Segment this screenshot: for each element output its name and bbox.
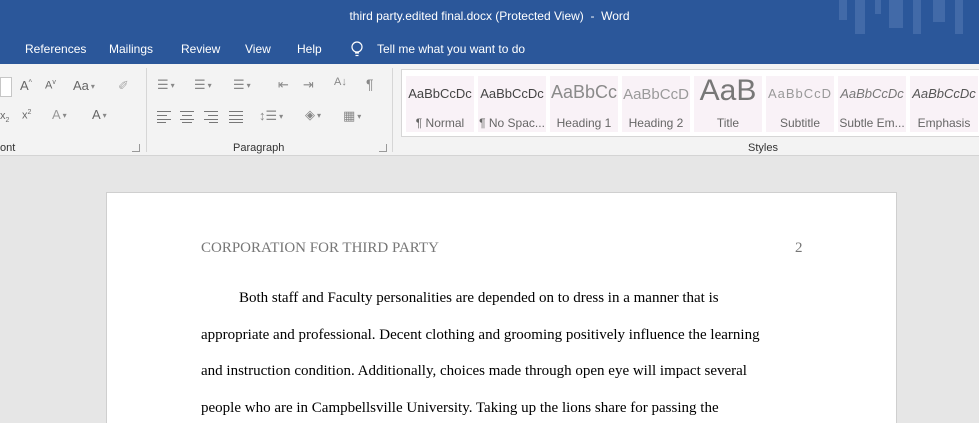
style-no-spacing[interactable]: AaBbCcDc ¶ No Spac... [478, 76, 546, 132]
font-group-label: ont [0, 142, 16, 154]
decrease-indent-icon[interactable]: ⇤ [278, 78, 289, 91]
paragraph-line: appropriate and professional. Decent clo… [201, 327, 760, 343]
paragraph-line: Both staff and Faculty personalities are… [239, 290, 719, 306]
ribbon-separator [392, 68, 393, 152]
style-subtitle[interactable]: AaBbCcD Subtitle [766, 76, 834, 132]
title-bar-decoration [839, 0, 979, 34]
align-left-icon[interactable] [157, 111, 171, 123]
paragraph-line: and instruction condition. Additionally,… [201, 363, 747, 379]
title-bar: third party.edited final.docx (Protected… [0, 0, 979, 34]
tell-me-search[interactable]: Tell me what you want to do [377, 42, 525, 56]
align-center-icon[interactable] [180, 111, 194, 123]
paragraph-group-label: Paragraph [233, 142, 285, 154]
grow-font-icon[interactable]: A^ [20, 79, 32, 92]
tab-review[interactable]: Review [181, 42, 220, 56]
lightbulb-icon [351, 41, 363, 57]
text-effects-icon[interactable]: A ▾ [52, 108, 67, 121]
paragraph-dialog-launcher[interactable] [379, 144, 387, 152]
tab-view[interactable]: View [245, 42, 271, 56]
page-number: 2 [795, 240, 803, 256]
borders-icon[interactable]: ▦ ▾ [343, 109, 361, 122]
style-normal[interactable]: AaBbCcDc ¶ Normal [406, 76, 474, 132]
clear-formatting-icon[interactable]: ✐ [118, 79, 129, 92]
bullets-icon[interactable]: ☰ ▾ [157, 78, 175, 91]
line-spacing-icon[interactable]: ↕☰ ▾ [259, 109, 283, 122]
paragraph-line: people who are in Campbellsville Univers… [201, 400, 719, 416]
tab-help[interactable]: Help [297, 42, 322, 56]
superscript-icon[interactable]: x2 [22, 109, 31, 122]
multilevel-list-icon[interactable]: ☰ ▾ [233, 78, 251, 91]
numbering-icon[interactable]: ☰ ▾ [194, 78, 212, 91]
tab-references[interactable]: References [25, 42, 86, 56]
shading-icon[interactable]: ◈ ▾ [305, 108, 321, 121]
style-heading-2[interactable]: AaBbCcD Heading 2 [622, 76, 690, 132]
style-heading-1[interactable]: AaBbCc Heading 1 [550, 76, 618, 132]
align-right-icon[interactable] [204, 111, 218, 123]
ribbon: A^ Av Aa ▾ ✐ x2 x2 A ▾ A ▾ ont ☰ ▾ ☰ ▾ ☰ ▾ ⇤ ⇥… [0, 64, 979, 156]
increase-indent-icon[interactable]: ⇥ [303, 78, 314, 91]
style-title[interactable]: AaB Title [694, 76, 762, 132]
justify-icon[interactable] [229, 111, 243, 123]
font-dialog-launcher[interactable] [132, 144, 140, 152]
style-subtle-emphasis[interactable]: AaBbCcDc Subtle Em... [838, 76, 906, 132]
document-page[interactable]: CORPORATION FOR THIRD PARTY 2 Both staff… [106, 192, 897, 423]
tab-mailings[interactable]: Mailings [109, 42, 153, 56]
styles-group-label: Styles [748, 142, 778, 154]
window-title: third party.edited final.docx (Protected… [349, 9, 630, 23]
shrink-font-icon[interactable]: Av [45, 79, 56, 92]
subscript-icon[interactable]: x2 [0, 111, 9, 125]
style-emphasis[interactable]: AaBbCcDc Emphasis [910, 76, 978, 132]
ribbon-separator [146, 68, 147, 152]
sort-icon[interactable]: A↓ [334, 77, 347, 88]
change-case-icon[interactable]: Aa ▾ [73, 79, 95, 92]
font-size-combo[interactable] [0, 77, 12, 97]
styles-gallery: AaBbCcDc ¶ Normal AaBbCcDc ¶ No Spac... Aa… [401, 69, 979, 137]
pilcrow-icon[interactable]: ¶ [366, 77, 374, 91]
font-color-icon[interactable]: A ▾ [92, 108, 107, 121]
running-header: CORPORATION FOR THIRD PARTY [201, 240, 439, 256]
